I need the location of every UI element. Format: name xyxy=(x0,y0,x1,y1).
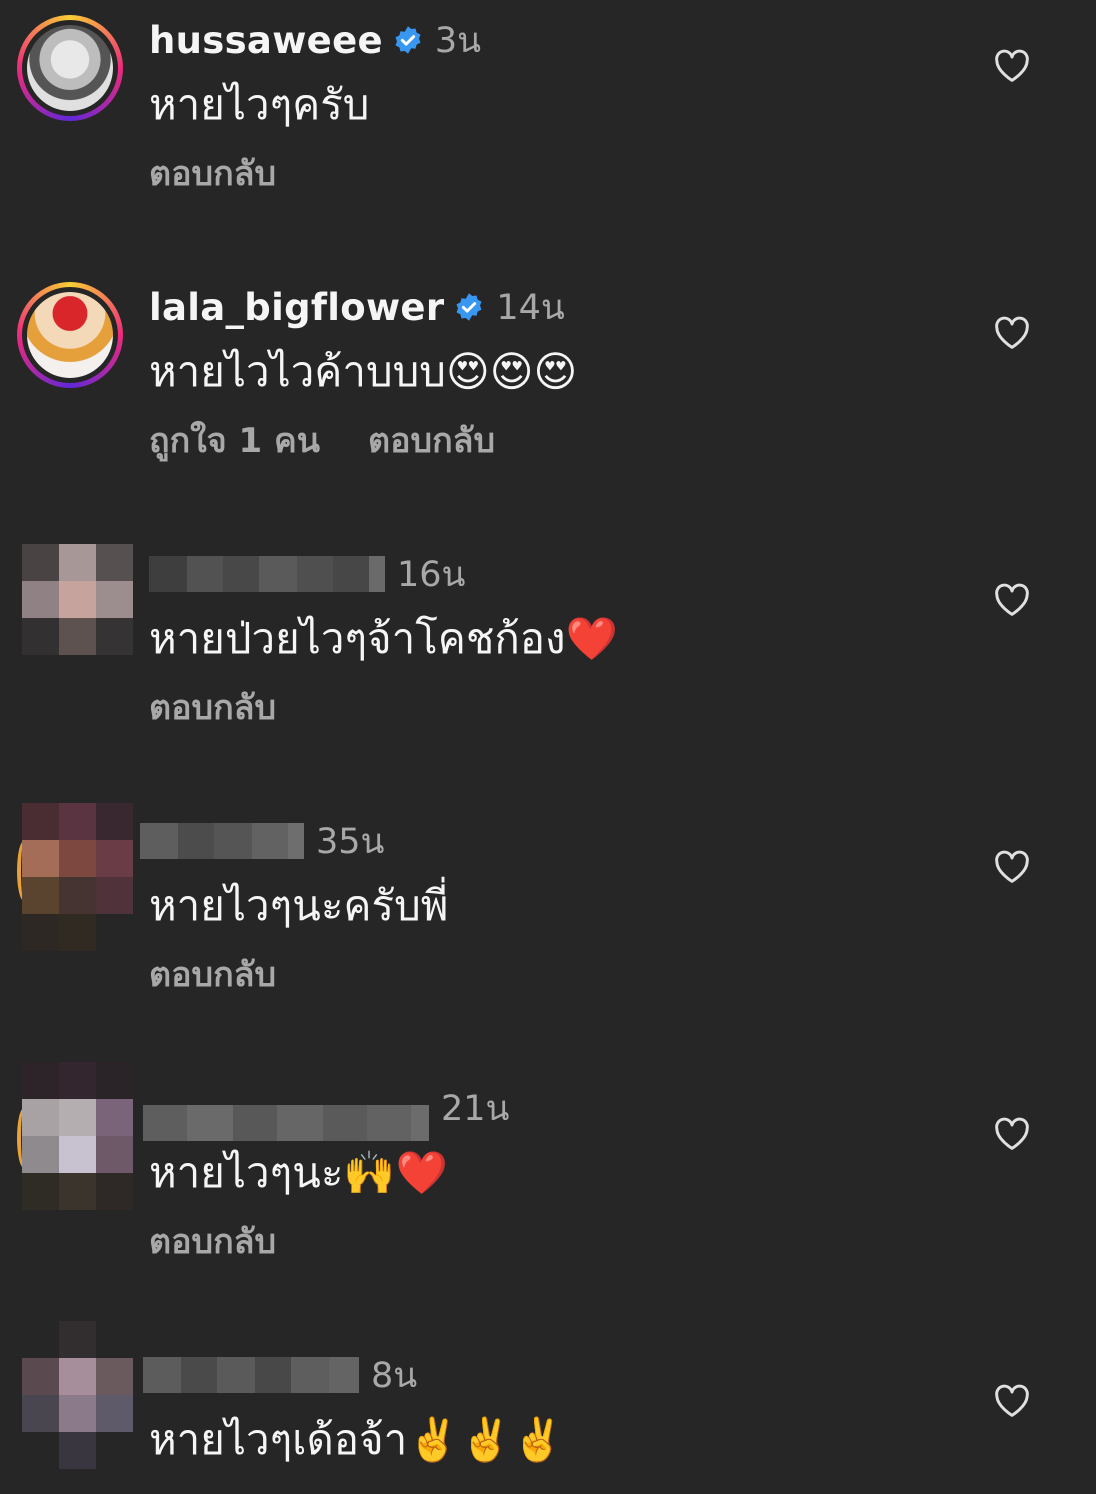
avatar[interactable] xyxy=(22,1321,133,1469)
reply-button[interactable]: ตอบกลับ xyxy=(149,955,276,995)
comment-timestamp: 14น xyxy=(496,287,565,328)
heart-outline-icon[interactable] xyxy=(993,316,1031,350)
heart-outline-icon[interactable] xyxy=(993,49,1031,83)
comment-item: 8น หายไวๆเด้อจ้า✌️✌️✌️ xyxy=(0,1321,1096,1494)
comment-text: หายไวๆนะครับพี่ xyxy=(149,881,449,930)
avatar[interactable] xyxy=(22,1062,133,1210)
comment-timestamp: 8น xyxy=(371,1355,418,1396)
comment-item: 16น หายป่วยไวๆจ้าโคชก้อง❤️ ตอบกลับ xyxy=(0,534,1096,801)
avatar[interactable] xyxy=(17,282,123,388)
comment-username[interactable]: hussaweee xyxy=(149,19,383,62)
comment-item: hussaweee 3น หายไวๆครับ ตอบกลับ xyxy=(0,0,1096,267)
verified-badge-icon xyxy=(395,26,421,54)
blurred-username[interactable] xyxy=(140,823,304,859)
comment-text: หายไวไวค้าบบบ😍😍😍 xyxy=(149,347,578,396)
avatar[interactable] xyxy=(22,803,133,951)
reply-button[interactable]: ตอบกลับ xyxy=(149,688,276,728)
comment-timestamp: 16น xyxy=(397,554,466,595)
blurred-username[interactable] xyxy=(149,556,385,592)
comment-text: หายไวๆเด้อจ้า✌️✌️✌️ xyxy=(149,1415,565,1464)
reply-button[interactable]: ตอบกลับ xyxy=(149,1222,276,1262)
reply-button[interactable]: ตอบกลับ xyxy=(368,421,495,461)
like-count-link[interactable]: ถูกใจ 1 คน xyxy=(149,421,320,461)
comment-username[interactable]: lala_bigflower xyxy=(149,286,444,329)
reply-button[interactable]: ตอบกลับ xyxy=(149,154,276,194)
comment-item: 21น หายไวๆนะ🙌❤️ ตอบกลับ xyxy=(0,1062,1096,1335)
comment-text: หายป่วยไวๆจ้าโคชก้อง❤️ xyxy=(149,614,618,663)
avatar[interactable] xyxy=(17,15,123,121)
heart-outline-icon[interactable] xyxy=(993,583,1031,617)
avatar[interactable] xyxy=(22,544,133,655)
heart-outline-icon[interactable] xyxy=(993,850,1031,884)
heart-outline-icon[interactable] xyxy=(993,1384,1031,1418)
blurred-username[interactable] xyxy=(143,1357,359,1393)
heart-outline-icon[interactable] xyxy=(993,1117,1031,1151)
comment-text: หายไวๆนะ🙌❤️ xyxy=(149,1148,449,1197)
comment-item: 35น หายไวๆนะครับพี่ ตอบกลับ xyxy=(0,801,1096,1068)
comment-timestamp: 21น xyxy=(441,1088,510,1129)
verified-badge-icon xyxy=(456,293,482,321)
comment-text: หายไวๆครับ xyxy=(149,80,370,129)
comment-timestamp: 3น xyxy=(434,20,482,61)
comment-item: lala_bigflower 14น หายไวไวค้าบบบ😍😍😍 ถูกใ… xyxy=(0,267,1096,534)
blurred-username[interactable] xyxy=(143,1105,429,1141)
comment-timestamp: 35น xyxy=(316,821,385,862)
